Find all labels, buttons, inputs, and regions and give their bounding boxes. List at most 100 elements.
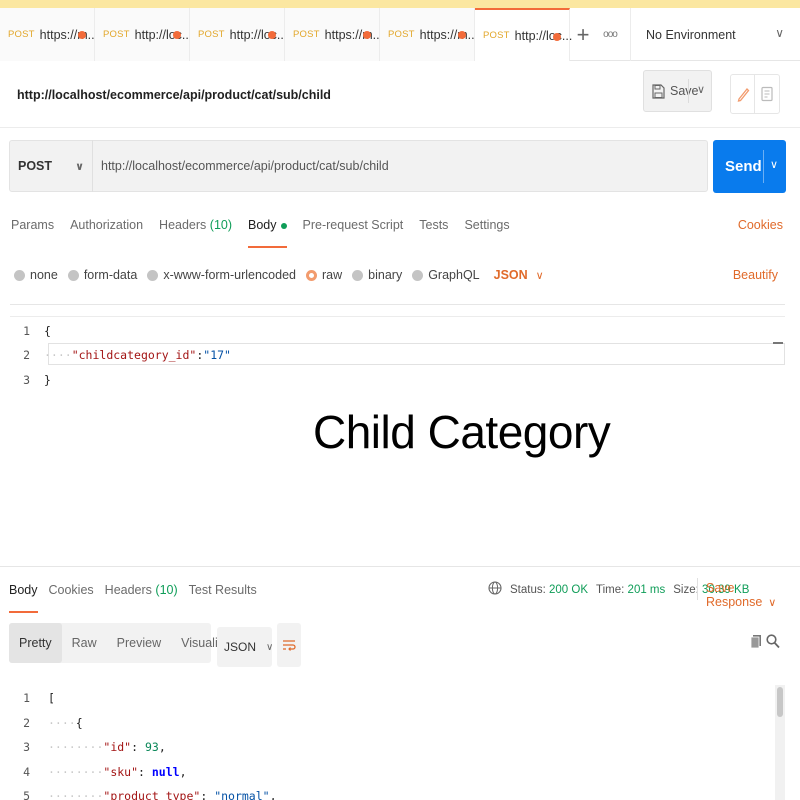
tab-tests[interactable]: Tests	[419, 218, 448, 248]
indent-dots: ········	[48, 764, 104, 779]
method-dropdown[interactable]: POST ∨	[10, 140, 93, 192]
request-tab[interactable]: POST https://m...	[380, 8, 479, 61]
code-line: 1 {	[10, 318, 51, 343]
side-panel-toggles	[730, 74, 780, 114]
tab-method: POST	[198, 29, 225, 40]
radio-label: GraphQL	[428, 268, 480, 282]
tab-settings[interactable]: Settings	[464, 218, 509, 248]
code-line: 2 ····"childcategory_id":"17"	[10, 342, 231, 367]
response-scrollbar[interactable]	[775, 685, 785, 800]
cookies-link[interactable]: Cookies	[738, 218, 783, 232]
radio-selected-icon	[306, 269, 317, 281]
radio-urlencoded[interactable]: x-www-form-urlencoded	[147, 268, 296, 282]
response-time: Time: 201 ms	[596, 584, 665, 596]
tab-response-cookies[interactable]: Cookies	[49, 583, 94, 613]
radio-circle-icon	[67, 269, 79, 281]
scrollbar-thumb[interactable]	[777, 687, 783, 717]
code-line: 5 ········"product_type": "normal",	[10, 784, 276, 800]
chevron-down-icon: ∨	[775, 26, 784, 40]
request-tab-active[interactable]: POST http://loc...	[475, 8, 573, 61]
indent-dots: ········	[48, 789, 104, 800]
request-tab[interactable]: POST https://m...	[285, 8, 383, 61]
edit-pencil-icon[interactable]	[731, 75, 756, 113]
more-tabs-icon[interactable]: ooo	[596, 8, 624, 61]
save-icon	[652, 83, 665, 99]
radio-raw[interactable]: raw	[306, 268, 342, 282]
view-preview[interactable]: Preview	[107, 623, 171, 663]
radio-none[interactable]: none	[14, 268, 58, 282]
divider	[688, 79, 689, 103]
response-format-dropdown[interactable]: JSON ∨	[217, 627, 273, 667]
line-number: 3	[23, 372, 30, 387]
radio-graphql[interactable]: GraphQL	[412, 268, 480, 282]
globe-icon[interactable]	[488, 581, 502, 598]
time-label: Time:	[596, 583, 625, 596]
documentation-icon[interactable]	[755, 75, 779, 113]
code-line: 4 ········"sku": null,	[10, 760, 186, 785]
tab-body[interactable]: Body	[248, 218, 287, 248]
chevron-down-icon: ∨	[768, 597, 777, 609]
view-pretty[interactable]: Pretty	[9, 623, 62, 663]
unsaved-dot-icon	[78, 31, 86, 39]
chevron-down-icon[interactable]: ∨	[697, 83, 705, 96]
response-body-viewer[interactable]: 1 [ 2 ····{ 3 ········"id": 93, 4 ······…	[10, 686, 785, 800]
tab-method: POST	[8, 29, 35, 40]
line-number: 2	[23, 715, 30, 730]
tab-authorization[interactable]: Authorization	[70, 218, 143, 248]
line-number: 3	[23, 740, 30, 755]
tab-url: http://loc...	[514, 28, 573, 43]
divider	[10, 304, 785, 305]
json-key: "childcategory_id"	[71, 347, 197, 362]
editor-scroll-marker	[773, 342, 783, 344]
save-label: Save	[670, 84, 699, 98]
tab-url: https://m...	[419, 27, 479, 42]
tab-test-results[interactable]: Test Results	[189, 583, 257, 613]
tab-headers[interactable]: Headers (10)	[159, 218, 232, 248]
request-tab[interactable]: POST http://loc...	[95, 8, 193, 61]
radio-label: binary	[368, 268, 403, 282]
beautify-link[interactable]: Beautify	[733, 268, 778, 282]
copy-icon[interactable]	[750, 634, 762, 652]
radio-binary[interactable]: binary	[352, 268, 402, 282]
save-response-button[interactable]: Save Response ∨	[706, 581, 800, 609]
url-input[interactable]: http://localhost/ecommerce/api/product/c…	[93, 159, 389, 173]
radio-circle-icon	[14, 269, 25, 281]
send-button[interactable]: Send ∨	[713, 140, 786, 193]
tab-response-headers[interactable]: Headers (10)	[105, 583, 178, 613]
new-tab-plus-icon[interactable]: +	[570, 8, 596, 61]
save-button[interactable]: Save ∨	[643, 70, 712, 112]
search-icon[interactable]	[766, 634, 780, 652]
status-label: Status:	[510, 583, 546, 596]
unsaved-dot-icon	[553, 33, 561, 41]
indent-dots: ····	[44, 347, 72, 362]
tab-params[interactable]: Params	[11, 218, 54, 248]
tab-method: POST	[293, 29, 320, 40]
view-raw[interactable]: Raw	[62, 623, 107, 663]
wrap-lines-icon[interactable]	[277, 623, 301, 667]
body-format-dropdown[interactable]: JSON ∨	[494, 268, 544, 282]
format-label: JSON	[224, 640, 257, 654]
radio-label: raw	[322, 268, 343, 282]
tab-response-body[interactable]: Body	[9, 583, 38, 613]
line-number: 1	[23, 691, 30, 706]
radio-circle-icon	[147, 269, 159, 281]
indent-dots: ····	[48, 715, 76, 730]
line-number: 5	[23, 789, 30, 800]
headers-count: (10)	[155, 583, 178, 597]
divider	[0, 566, 800, 567]
request-tab[interactable]: POST https://m...	[0, 8, 98, 61]
status-code: Status: 200 OK	[510, 584, 588, 596]
request-tab[interactable]: POST http://loc...	[190, 8, 287, 61]
environment-selector[interactable]: No Environment ∨	[630, 8, 800, 61]
radio-label: none	[30, 268, 58, 282]
unsaved-dot-icon	[268, 31, 276, 39]
code-text: }	[44, 372, 51, 387]
tab-prerequest-script[interactable]: Pre-request Script	[303, 218, 404, 248]
chevron-down-icon[interactable]: ∨	[770, 158, 778, 171]
tab-url: http://loc...	[134, 27, 193, 42]
body-indicator-dot-icon	[280, 222, 287, 229]
json-value: null	[151, 764, 180, 779]
url-bar: POST ∨ http://localhost/ecommerce/api/pr…	[9, 140, 708, 192]
radio-form-data[interactable]: form-data	[67, 268, 137, 282]
overlay-caption: Child Category	[313, 406, 611, 458]
